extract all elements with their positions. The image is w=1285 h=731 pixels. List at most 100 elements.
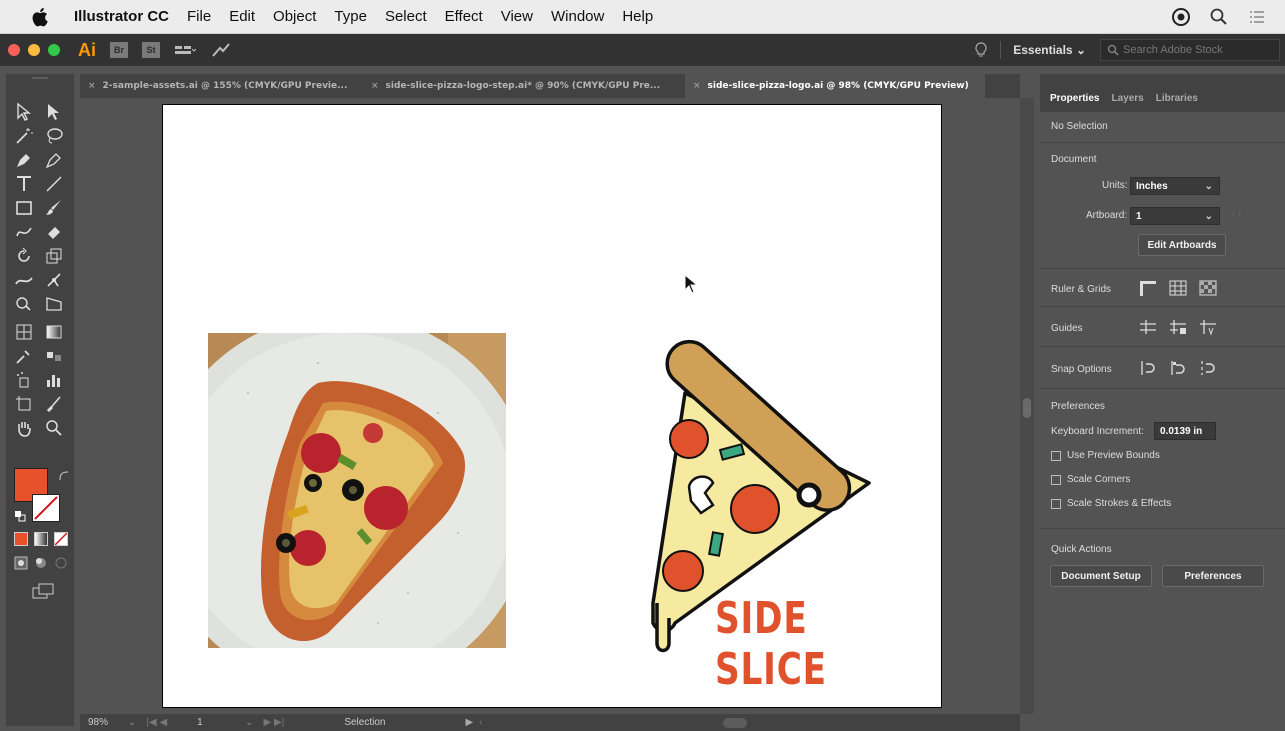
- mesh-tool-icon[interactable]: [14, 322, 34, 342]
- lasso-tool-icon[interactable]: [44, 126, 64, 146]
- ruler-icon[interactable]: [1138, 279, 1158, 297]
- stock-search-input[interactable]: Search Adobe Stock: [1100, 39, 1280, 61]
- direct-selection-tool-icon[interactable]: [44, 102, 64, 122]
- gradient-tool-icon[interactable]: [44, 322, 64, 342]
- snap-to-grid-icon[interactable]: [1198, 359, 1218, 377]
- artboard-dropdown[interactable]: 1 ⌄: [1130, 207, 1220, 225]
- document-tab[interactable]: × side-slice-pizza-logo-step.ai* @ 90% (C…: [363, 74, 685, 98]
- minimize-window-button[interactable]: [28, 44, 40, 56]
- menu-effect[interactable]: Effect: [445, 8, 483, 25]
- zoom-level-field[interactable]: 98%: [88, 717, 128, 728]
- keyboard-increment-field[interactable]: 0.0139 in: [1154, 422, 1216, 440]
- menu-select[interactable]: Select: [385, 8, 427, 25]
- curvature-tool-icon[interactable]: [44, 150, 64, 170]
- snap-to-point-icon[interactable]: [1138, 359, 1158, 377]
- artboard[interactable]: SIDE SLICE: [162, 104, 942, 708]
- checkbox-box[interactable]: [1051, 474, 1061, 485]
- scroll-left-icon[interactable]: ‹: [479, 717, 482, 728]
- artboard-prev-next-icon[interactable]: ‹ ›: [1232, 208, 1241, 219]
- close-tab-icon[interactable]: ×: [371, 81, 379, 91]
- document-setup-button[interactable]: Document Setup: [1050, 565, 1152, 587]
- none-mode-icon[interactable]: [54, 532, 68, 546]
- snap-to-pixel-icon[interactable]: [1168, 359, 1188, 377]
- toolbar-grip-icon[interactable]: [32, 76, 48, 80]
- gradient-mode-icon[interactable]: [34, 532, 48, 546]
- logo-wordmark[interactable]: SIDE SLICE: [715, 593, 891, 695]
- checkbox-box[interactable]: [1051, 450, 1061, 461]
- scale-tool-icon[interactable]: [44, 246, 64, 266]
- swap-fill-stroke-icon[interactable]: [58, 470, 70, 482]
- perspective-grid-tool-icon[interactable]: [44, 294, 64, 314]
- column-graph-tool-icon[interactable]: [44, 370, 64, 390]
- tab-properties[interactable]: Properties: [1044, 93, 1105, 112]
- blend-tool-icon[interactable]: [44, 346, 64, 366]
- hand-tool-icon[interactable]: [14, 418, 34, 438]
- menu-view[interactable]: View: [501, 8, 533, 25]
- smart-guides-icon[interactable]: [1198, 318, 1218, 336]
- shaper-tool-icon[interactable]: [14, 222, 34, 242]
- rotate-tool-icon[interactable]: [14, 246, 34, 266]
- lock-guides-icon[interactable]: [1168, 318, 1188, 336]
- rectangle-tool-icon[interactable]: [14, 198, 34, 218]
- draw-inside-icon[interactable]: [54, 556, 68, 570]
- artboard-tool-icon[interactable]: [14, 394, 34, 414]
- pen-tool-icon[interactable]: [14, 150, 34, 170]
- gpu-performance-icon[interactable]: [210, 42, 232, 58]
- color-mode-icon[interactable]: [14, 532, 28, 546]
- creative-cloud-icon[interactable]: [1171, 7, 1191, 27]
- next-artboard-icon[interactable]: ▶ ▶|: [264, 717, 285, 728]
- tab-layers[interactable]: Layers: [1105, 93, 1149, 112]
- document-canvas[interactable]: SIDE SLICE: [80, 98, 1020, 712]
- stroke-swatch[interactable]: [32, 494, 60, 522]
- close-tab-icon[interactable]: ×: [693, 81, 701, 91]
- stock-button[interactable]: St: [142, 42, 160, 58]
- close-tab-icon[interactable]: ×: [88, 81, 96, 91]
- horizontal-scroll-thumb[interactable]: [722, 717, 747, 728]
- screen-mode-icon[interactable]: [32, 582, 54, 600]
- line-segment-tool-icon[interactable]: [44, 174, 64, 194]
- menu-window[interactable]: Window: [551, 8, 604, 25]
- transparency-grid-icon[interactable]: [1198, 279, 1218, 297]
- slice-tool-icon[interactable]: [44, 394, 64, 414]
- vertical-scrollbar[interactable]: [1020, 98, 1034, 714]
- magic-wand-tool-icon[interactable]: [14, 126, 34, 146]
- scrollbar-thumb[interactable]: [1023, 398, 1031, 418]
- zoom-window-button[interactable]: [48, 44, 60, 56]
- guides-icon[interactable]: [1138, 318, 1158, 336]
- apple-icon[interactable]: [30, 6, 52, 28]
- workspace-switcher[interactable]: Essentials ⌄: [1013, 43, 1086, 57]
- notification-list-icon[interactable]: [1247, 7, 1267, 27]
- document-tab-active[interactable]: × side-slice-pizza-logo.ai @ 98% (CMYK/GP…: [685, 74, 985, 98]
- scale-corners-checkbox[interactable]: Scale Corners: [1051, 474, 1130, 485]
- document-tab[interactable]: × 2-sample-assets.ai @ 155% (CMYK/GPU Pre…: [80, 74, 363, 98]
- menu-help[interactable]: Help: [622, 8, 653, 25]
- artboard-navigation-field[interactable]: 1: [197, 717, 245, 728]
- lightbulb-icon[interactable]: [974, 42, 988, 58]
- eraser-tool-icon[interactable]: [44, 222, 64, 242]
- puppet-warp-tool-icon[interactable]: [44, 270, 64, 290]
- zoom-dropdown-icon[interactable]: ⌄: [128, 717, 136, 728]
- eyedropper-tool-icon[interactable]: [14, 346, 34, 366]
- width-tool-icon[interactable]: [14, 270, 34, 290]
- selection-tool-icon[interactable]: [14, 102, 34, 122]
- checkbox-box[interactable]: [1051, 498, 1061, 509]
- scale-strokes-checkbox[interactable]: Scale Strokes & Effects: [1051, 498, 1171, 509]
- grid-icon[interactable]: [1168, 279, 1188, 297]
- shape-builder-tool-icon[interactable]: [14, 294, 34, 314]
- preferences-button[interactable]: Preferences: [1162, 565, 1264, 587]
- draw-behind-icon[interactable]: [34, 556, 48, 570]
- first-artboard-icon[interactable]: |◀ ◀: [146, 717, 167, 728]
- bridge-button[interactable]: Br: [110, 42, 128, 58]
- default-fill-stroke-icon[interactable]: [14, 510, 26, 522]
- draw-normal-icon[interactable]: [14, 556, 28, 570]
- status-label[interactable]: Selection: [344, 717, 385, 728]
- menu-file[interactable]: File: [187, 8, 211, 25]
- use-preview-bounds-checkbox[interactable]: Use Preview Bounds: [1051, 450, 1160, 461]
- edit-artboards-button[interactable]: Edit Artboards: [1138, 234, 1226, 256]
- status-menu-icon[interactable]: ▶: [465, 717, 473, 728]
- tab-libraries[interactable]: Libraries: [1150, 93, 1204, 112]
- app-name-menu[interactable]: Illustrator CC: [74, 8, 169, 25]
- menu-object[interactable]: Object: [273, 8, 316, 25]
- menu-type[interactable]: Type: [334, 8, 367, 25]
- pizza-photo-image[interactable]: [208, 333, 506, 648]
